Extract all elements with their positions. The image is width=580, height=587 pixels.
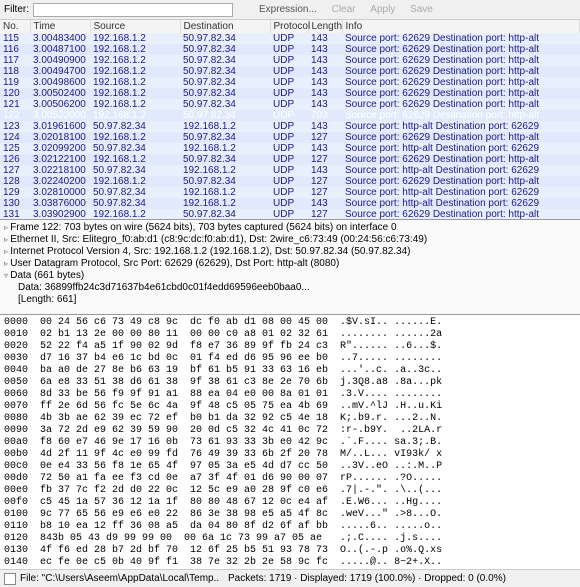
packet-row[interactable]: 1293.0281000050.97.82.34192.168.1.2UDP12… <box>0 187 580 198</box>
packet-row[interactable]: 1163.00487100192.168.1.250.97.82.34UDP14… <box>0 44 580 55</box>
col-len[interactable]: Length <box>308 20 342 33</box>
col-time[interactable]: Time <box>30 20 90 33</box>
packet-row[interactable]: 1303.0387600050.97.82.34192.168.1.2UDP14… <box>0 198 580 209</box>
packet-row[interactable]: 1313.03902900192.168.1.250.97.82.34UDP12… <box>0 209 580 220</box>
detail-data[interactable]: Data (661 bytes) <box>4 270 576 282</box>
packet-row[interactable]: 1213.00506200192.168.1.250.97.82.34UDP14… <box>0 99 580 110</box>
detail-ip[interactable]: Internet Protocol Version 4, Src: 192.16… <box>4 246 576 258</box>
col-no[interactable]: No. <box>0 20 30 33</box>
status-bar: File: "C:\Users\Aseem\AppData\Local\Temp… <box>0 569 580 587</box>
status-packets: Packets: 1719 · Displayed: 1719 (100.0%)… <box>228 573 506 584</box>
packet-row[interactable]: 1203.00502400192.168.1.250.97.82.34UDP14… <box>0 88 580 99</box>
clear-link[interactable]: Clear <box>332 4 356 15</box>
packet-row[interactable]: 1233.0196160050.97.82.34192.168.1.2UDP14… <box>0 121 580 132</box>
detail-data-len[interactable]: [Length: 661] <box>4 294 576 306</box>
save-link[interactable]: Save <box>410 4 433 15</box>
hex-view[interactable]: 0000 00 24 56 c6 73 49 c8 9c dc f0 ab d1… <box>0 315 580 565</box>
filter-label: Filter: <box>4 4 29 15</box>
packet-row[interactable]: 1243.02018100192.168.1.250.97.82.34UDP12… <box>0 132 580 143</box>
packet-row[interactable]: 1263.02122100192.168.1.250.97.82.34UDP12… <box>0 154 580 165</box>
packet-row[interactable]: 1253.0209920050.97.82.34192.168.1.2UDP14… <box>0 143 580 154</box>
detail-eth[interactable]: Ethernet II, Src: Elitegro_f0:ab:d1 (c8:… <box>4 234 576 246</box>
apply-link[interactable]: Apply <box>370 4 395 15</box>
packet-row[interactable]: 1183.00494700192.168.1.250.97.82.34UDP14… <box>0 66 580 77</box>
col-dst[interactable]: Destination <box>180 20 270 33</box>
detail-data-hex[interactable]: Data: 36899ffb24c3d71637b4e61cbd0c01f4ed… <box>4 282 576 294</box>
filter-input[interactable] <box>33 3 233 17</box>
col-proto[interactable]: Protocol <box>270 20 308 33</box>
col-src[interactable]: Source <box>90 20 180 33</box>
packet-row[interactable]: 1193.00498600192.168.1.250.97.82.34UDP14… <box>0 77 580 88</box>
detail-frame[interactable]: Frame 122: 703 bytes on wire (5624 bits)… <box>4 222 576 234</box>
status-file: File: "C:\Users\Aseem\AppData\Local\Temp… <box>20 573 220 584</box>
packet-row[interactable]: 1223.00522000192.168.1.250.97.82.34UDP70… <box>0 110 580 121</box>
packet-row[interactable]: 1153.00483400192.168.1.250.97.82.34UDP14… <box>0 33 580 44</box>
detail-udp[interactable]: User Datagram Protocol, Src Port: 62629 … <box>4 258 576 270</box>
filter-toolbar: Filter: Expression... Clear Apply Save <box>0 0 580 20</box>
packet-row[interactable]: 1283.02240200192.168.1.250.97.82.34UDP12… <box>0 176 580 187</box>
packet-header-row: No. Time Source Destination Protocol Len… <box>0 20 580 33</box>
file-icon <box>4 573 16 585</box>
packet-row[interactable]: 1173.00490900192.168.1.250.97.82.34UDP14… <box>0 55 580 66</box>
packet-details[interactable]: Frame 122: 703 bytes on wire (5624 bits)… <box>0 220 580 315</box>
col-info[interactable]: Info <box>342 20 580 33</box>
packet-list[interactable]: No. Time Source Destination Protocol Len… <box>0 20 580 220</box>
expression-link[interactable]: Expression... <box>259 4 317 15</box>
packet-row[interactable]: 1273.0221810050.97.82.34192.168.1.2UDP14… <box>0 165 580 176</box>
